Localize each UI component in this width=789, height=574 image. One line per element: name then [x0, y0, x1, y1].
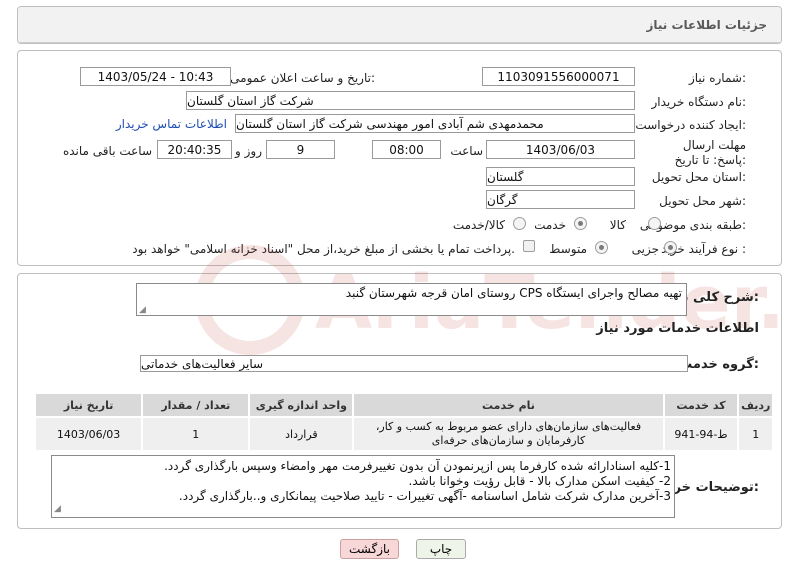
remaining-time-field: 20:40:35 — [157, 140, 232, 159]
row-index: 1 — [737, 416, 774, 452]
payment-note: پرداخت تمام یا بخشی از مبلغ خرید،از محل … — [132, 242, 515, 256]
category-radio-goods[interactable] — [648, 217, 661, 230]
row-unit: قرارداد — [248, 416, 355, 452]
city-label: شهر محل تحویل: — [659, 194, 746, 208]
buyer-contact-link[interactable]: اطلاعات تماس خریدار — [116, 117, 227, 131]
need-number-label: شماره نیاز: — [688, 71, 746, 85]
row-service-name-line1: فعالیت‌های سازمان‌های دارای عضو مربوط به… — [375, 420, 642, 433]
deadline-label: مهلت ارسال پاسخ: تا تاریخ: — [674, 138, 746, 167]
back-button[interactable]: بازگشت — [340, 539, 399, 559]
col-unit: واحد اندازه گیری — [248, 392, 355, 418]
province-field: گلستان — [486, 167, 635, 186]
summary-text: تهیه مصالح واجرای ایستگاه CPS روستای اما… — [345, 286, 682, 300]
announce-field: 1403/05/24 - 10:43 — [80, 67, 231, 86]
header-panel: جزئیات اطلاعات نیاز — [17, 6, 782, 44]
row-service-name: فعالیت‌های سازمان‌های دارای عضو مربوط به… — [352, 416, 665, 452]
province-label: استان محل تحویل: — [651, 170, 746, 184]
buyer-notes-textarea[interactable]: 1-کلیه اسنادارائه شده کارفرما پس ازپرنمو… — [51, 455, 675, 518]
category-goods-service-label: کالا/خدمت — [452, 218, 505, 232]
page-title: جزئیات اطلاعات نیاز — [646, 17, 767, 32]
process-radio-medium[interactable] — [595, 241, 608, 254]
services-table: ردیف کد خدمت نام خدمت واحد اندازه گیری ت… — [33, 392, 774, 452]
resize-grip-icon: ◢ — [139, 305, 146, 315]
category-radio-goods-service[interactable] — [513, 217, 526, 230]
remaining-label: ساعت باقی مانده — [62, 144, 152, 158]
buyer-note-line-2: 2- کیفیت اسکن مدارک بالا - قابل رؤیت وخو… — [408, 474, 671, 488]
row-qty: 1 — [141, 416, 251, 452]
row-code: ط-94-941 — [662, 416, 740, 452]
creator-label: ایجاد کننده درخواست: — [635, 118, 746, 132]
buyer-note-line-3: 3-آخرین مدارک شرکت شامل اساسنامه -آگهی ت… — [178, 489, 671, 503]
service-group-label: گروه خدمت: — [679, 357, 759, 372]
col-qty: تعداد / مقدار — [141, 392, 251, 418]
page-title-bar: جزئیات اطلاعات نیاز — [18, 7, 781, 43]
row-service-name-line2: کارفرمایان و سازمان‌های حرفه‌ای — [431, 434, 586, 447]
days-label: روز و — [235, 144, 262, 158]
col-code: کد خدمت — [662, 392, 740, 418]
category-radio-service[interactable] — [574, 217, 587, 230]
buyer-field: شرکت گاز استان گلستان — [186, 91, 635, 110]
creator-field: محمدمهدی شم آبادی امور مهندسی شرکت گاز ا… — [235, 114, 635, 133]
treasury-payment-checkbox[interactable] — [523, 240, 535, 252]
col-name: نام خدمت — [352, 392, 665, 418]
summary-textarea[interactable]: تهیه مصالح واجرای ایستگاه CPS روستای اما… — [136, 283, 687, 316]
deadline-time-field: 08:00 — [372, 140, 441, 159]
need-number-field: 1103091556000071 — [482, 67, 635, 86]
city-field: گرگان — [486, 190, 635, 209]
col-index: ردیف — [737, 392, 774, 418]
resize-grip-icon: ◢ — [54, 504, 61, 514]
process-radio-minor[interactable] — [664, 241, 677, 254]
buyer-label: نام دستگاه خریدار: — [651, 95, 747, 109]
category-goods-label: کالا — [609, 218, 626, 232]
table-row: 1 ط-94-941 فعالیت‌های سازمان‌های دارای ع… — [33, 416, 774, 452]
buyer-note-line-1: 1-کلیه اسنادارائه شده کارفرما پس ازپرنمو… — [164, 459, 671, 473]
service-group-field: سایر فعالیت‌های خدماتی — [140, 355, 688, 372]
row-date: 1403/06/03 — [33, 416, 144, 452]
process-minor-label: جزیی — [631, 242, 659, 256]
print-button[interactable]: چاپ — [416, 539, 466, 559]
category-service-label: خدمت — [534, 218, 566, 232]
deadline-time-label: ساعت — [450, 144, 483, 158]
col-date: تاریخ نیاز — [33, 392, 144, 418]
deadline-date-field: 1403/06/03 — [486, 140, 635, 159]
announce-label: تاریخ و ساعت اعلان عمومی: — [230, 71, 375, 85]
services-table-header: ردیف کد خدمت نام خدمت واحد اندازه گیری ت… — [33, 392, 774, 418]
days-field: 9 — [266, 140, 335, 159]
process-medium-label: متوسط — [549, 242, 587, 256]
services-title: اطلاعات خدمات مورد نیاز — [596, 321, 759, 336]
